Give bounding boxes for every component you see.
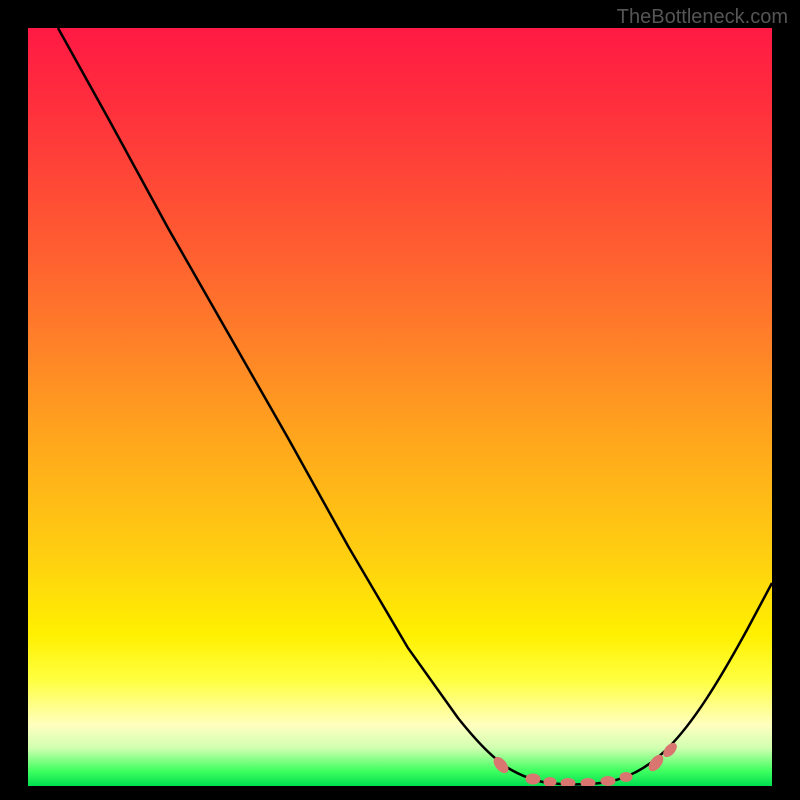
marker-dot xyxy=(581,779,595,787)
marker-dots-group xyxy=(491,741,678,786)
plot-area xyxy=(28,28,772,786)
marker-dot xyxy=(620,773,632,782)
bottleneck-curve-line xyxy=(58,28,772,784)
bottleneck-curve-svg xyxy=(28,28,772,786)
marker-dot xyxy=(526,774,540,784)
watermark-text: TheBottleneck.com xyxy=(617,6,788,29)
marker-dot xyxy=(544,778,556,787)
marker-dot xyxy=(661,741,678,759)
marker-dot xyxy=(601,777,615,786)
marker-dot xyxy=(561,779,575,787)
